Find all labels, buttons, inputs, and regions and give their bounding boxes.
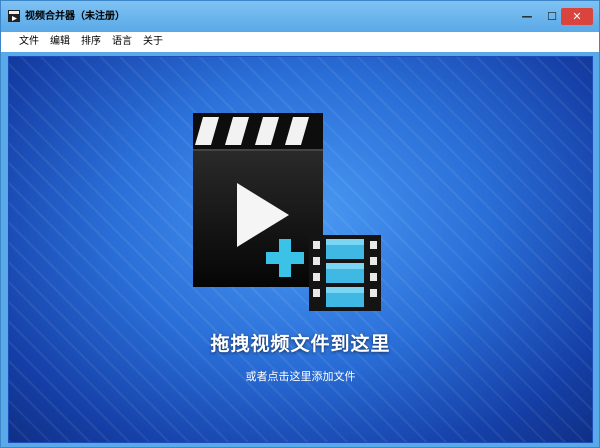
menu-item-language[interactable]: 语言: [112, 32, 132, 52]
menu-bar: 文件 编辑 排序 语言 关于: [1, 32, 599, 52]
film-strip-icon: [309, 235, 381, 311]
close-button[interactable]: ✕: [561, 8, 593, 25]
menu-item-about[interactable]: 关于: [143, 32, 163, 52]
close-icon: ✕: [572, 10, 582, 23]
menu-item-edit[interactable]: 编辑: [50, 32, 70, 52]
drop-subtitle[interactable]: 或者点击这里添加文件: [9, 368, 592, 384]
plus-icon: [266, 239, 304, 277]
maximize-icon: ☐: [547, 10, 557, 23]
drop-title: 拖拽视频文件到这里: [210, 333, 391, 355]
title-bar[interactable]: 视频合并器（未注册） — ☐ ✕: [1, 1, 599, 32]
app-icon: [8, 10, 20, 22]
menu-item-sort[interactable]: 排序: [81, 32, 101, 52]
drop-zone[interactable]: 拖拽视频文件到这里 或者点击这里添加文件: [8, 56, 593, 443]
menu-item-file[interactable]: 文件: [19, 32, 39, 52]
app-window: 视频合并器（未注册） — ☐ ✕ 文件 编辑 排序 语言 关于 拖拽视频文件到这…: [0, 0, 600, 448]
minimize-icon: —: [521, 10, 533, 23]
minimize-button[interactable]: —: [514, 8, 540, 25]
window-title: 视频合并器（未注册）: [25, 11, 125, 22]
